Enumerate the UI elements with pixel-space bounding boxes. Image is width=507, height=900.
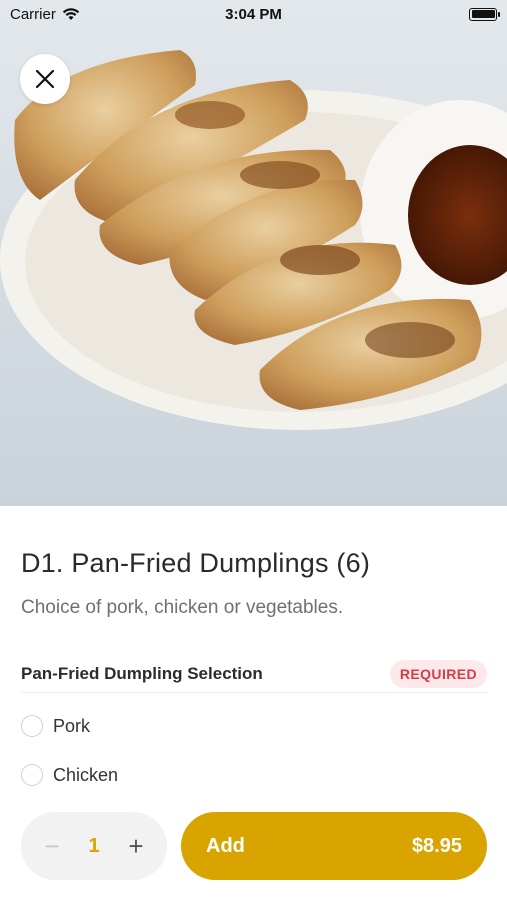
option-chicken[interactable]: Chicken xyxy=(21,764,118,786)
dish-photo xyxy=(0,0,507,506)
selection-title: Pan-Fried Dumpling Selection xyxy=(21,664,263,683)
plus-icon[interactable]: + xyxy=(125,833,147,859)
bottom-bar: − 1 + Add $8.95 xyxy=(0,795,507,900)
option-label: Chicken xyxy=(53,764,119,785)
dumplings-illustration xyxy=(0,0,507,506)
divider xyxy=(21,692,487,693)
carrier-label: Carrier xyxy=(10,5,56,23)
item-description: Choice of pork, chicken or vegetables. xyxy=(21,597,344,618)
quantity-value: 1 xyxy=(88,834,100,857)
price-label: $8.95 xyxy=(411,834,462,857)
status-left: Carrier xyxy=(10,6,80,23)
close-button[interactable] xyxy=(20,54,70,104)
radio-icon[interactable] xyxy=(21,764,43,786)
quantity-stepper: − 1 + xyxy=(21,812,167,880)
required-badge: REQUIRED xyxy=(389,660,487,688)
add-label: Add xyxy=(206,834,245,857)
option-pork[interactable]: Pork xyxy=(21,715,90,737)
add-to-cart-button[interactable]: Add $8.95 xyxy=(181,812,487,880)
status-bar: Carrier 3:04 PM xyxy=(0,0,507,28)
option-label: Pork xyxy=(53,715,91,736)
battery-icon xyxy=(469,7,500,21)
item-title: D1. Pan-Fried Dumplings (6) xyxy=(21,548,371,578)
minus-icon[interactable]: − xyxy=(41,833,63,859)
close-icon xyxy=(35,69,55,89)
selection-header: Pan-Fried Dumpling Selection REQUIRED xyxy=(21,660,487,688)
wifi-icon xyxy=(62,8,80,20)
radio-icon[interactable] xyxy=(21,715,43,737)
